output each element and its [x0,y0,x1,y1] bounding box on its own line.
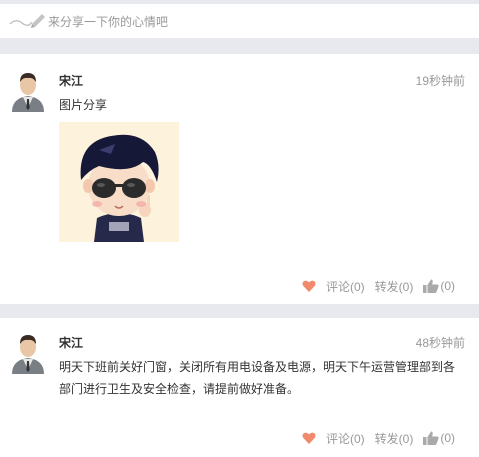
heart-icon[interactable] [302,431,316,445]
repost-button[interactable]: 转发(0) [375,278,414,295]
post-author[interactable]: 宋江 [59,72,83,89]
like-count[interactable]: (0) [440,279,455,293]
post-actions: 评论(0) 转发(0) (0) [302,429,455,447]
section-divider [0,304,479,318]
compose-placeholder: 来分享一下你的心情吧 [48,14,169,29]
post-text: 图片分享 [59,98,108,112]
post-actions: 评论(0) 转发(0) (0) [302,277,455,295]
like-count[interactable]: (0) [440,431,455,445]
post-time: 19秒钟前 [415,74,465,88]
post-text: 明天下班前关好门窗，关闭所有用电设备及电源，明天下午运营管理部到各部门进行卫生及… [59,360,456,396]
compose-bar[interactable]: 来分享一下你的心情吧 [0,0,479,38]
thumbs-up-icon[interactable] [423,431,439,445]
comment-button[interactable]: 评论(0) [326,278,365,295]
section-divider [0,38,479,54]
post-image[interactable] [59,122,179,242]
thumbs-up-icon[interactable] [423,279,439,293]
comment-button[interactable]: 评论(0) [326,430,365,447]
repost-button[interactable]: 转发(0) [375,430,414,447]
avatar-icon[interactable] [10,68,46,112]
post-time: 48秒钟前 [415,336,465,350]
avatar-icon[interactable] [10,330,46,374]
pen-icon [8,10,46,33]
feed-post: 宋江 19秒钟前 图片分享 评论(0) 转发(0) (0) [0,54,479,304]
feed-post: 宋江 48秒钟前 明天下班前关好门窗，关闭所有用电设备及电源，明天下午运营管理部… [0,318,479,457]
heart-icon[interactable] [302,279,316,293]
post-author[interactable]: 宋江 [59,334,83,351]
